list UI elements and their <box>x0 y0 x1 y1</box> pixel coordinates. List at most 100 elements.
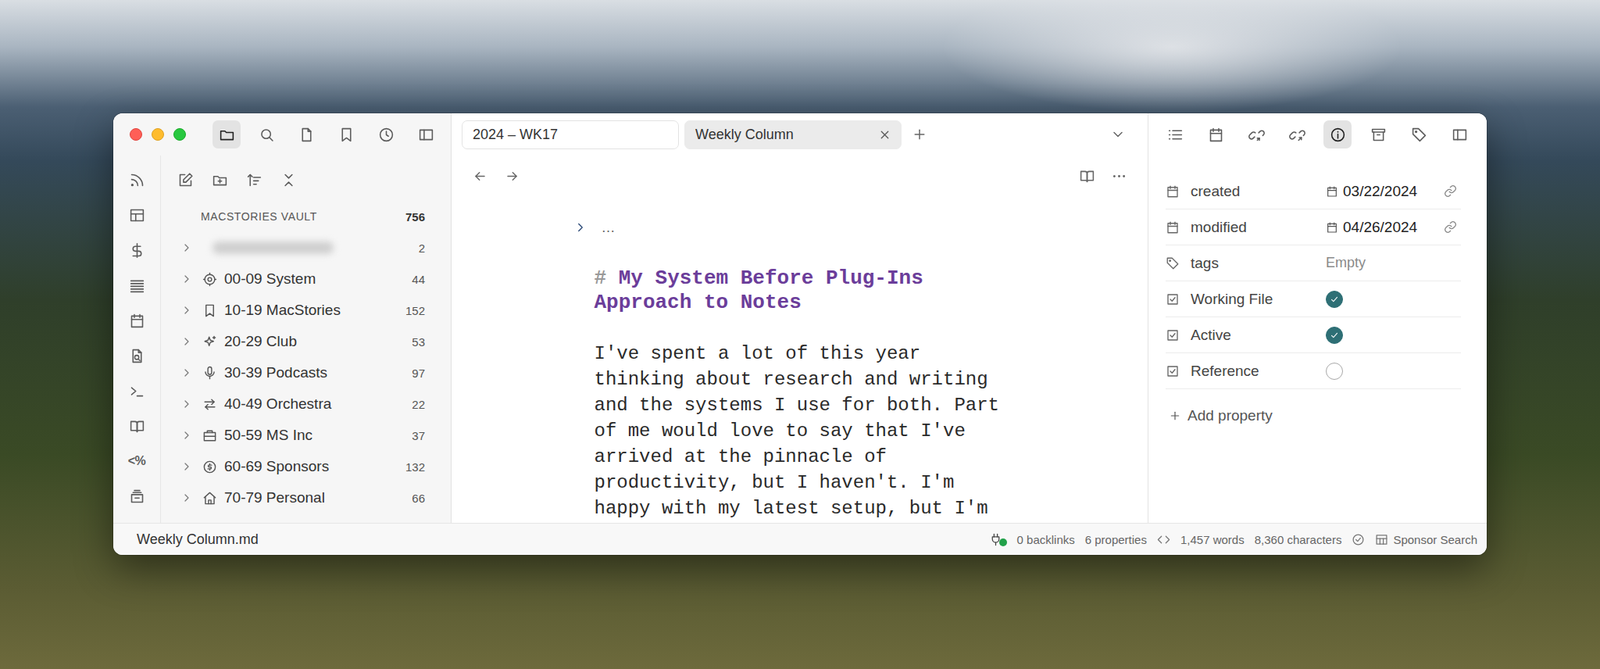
lint-status[interactable] <box>1351 532 1365 547</box>
right-view-button[interactable] <box>1404 120 1433 149</box>
property-value[interactable] <box>1323 326 1461 344</box>
sidebar-view-button[interactable] <box>411 120 440 149</box>
folder-item[interactable]: 30-39 Podcasts 97 <box>160 357 451 389</box>
info-icon <box>1329 126 1347 143</box>
date-link[interactable] <box>1443 220 1458 234</box>
chevron <box>180 241 193 254</box>
tab-bar: 2024 – WK17 Weekly Column <box>451 113 1148 156</box>
right-view-button[interactable] <box>1242 120 1271 149</box>
window-controls <box>129 128 186 141</box>
ribbon-button[interactable] <box>122 200 151 229</box>
arrow-left-icon <box>472 168 488 184</box>
property-key[interactable]: Reference <box>1165 362 1324 380</box>
note-content[interactable]: … # My System Before Plug-Ins Approach t… <box>594 215 1006 522</box>
folder-plus-icon <box>211 171 229 189</box>
status-search[interactable]: Sponsor Search <box>1375 532 1478 547</box>
folder-item[interactable]: 2 <box>160 232 451 264</box>
property-value[interactable] <box>1323 362 1461 380</box>
ribbon-button[interactable] <box>122 376 151 405</box>
tab-close-button[interactable] <box>878 128 892 142</box>
reading-view-button[interactable] <box>1074 163 1100 189</box>
sidebar-view-button[interactable] <box>371 120 400 149</box>
property-key[interactable]: Active <box>1165 326 1324 344</box>
sidebar-view-button[interactable] <box>292 120 321 149</box>
source-mode-button[interactable] <box>1157 532 1171 547</box>
right-view-button[interactable] <box>1323 120 1352 149</box>
add-property-button[interactable]: Add property <box>1165 402 1461 429</box>
calendar-icon <box>1165 220 1180 235</box>
property-value[interactable]: Empty <box>1323 254 1461 272</box>
ribbon-button[interactable] <box>122 306 151 335</box>
sync-status[interactable] <box>989 532 1008 547</box>
collapse-icon <box>280 171 297 189</box>
folder-label: 60-69 Sponsors <box>224 457 400 475</box>
property-value[interactable]: 03/22/2024 <box>1323 182 1461 200</box>
property-checkbox[interactable] <box>1325 362 1343 380</box>
ribbon-button[interactable] <box>122 165 151 194</box>
ribbon-button[interactable] <box>122 271 151 300</box>
sidebar-view-button[interactable] <box>252 120 281 149</box>
ribbon-button[interactable] <box>122 235 151 265</box>
tab-list-button[interactable] <box>1105 121 1131 147</box>
vault-header[interactable]: MACSTORIES VAULT 756 <box>160 204 451 229</box>
folder-count: 44 <box>411 272 425 286</box>
folder-item[interactable]: 50-59 MS Inc 37 <box>160 419 451 451</box>
tab[interactable]: Weekly Column <box>684 120 902 150</box>
property-name: Working File <box>1190 290 1273 308</box>
sidebar-view-button[interactable] <box>212 120 241 149</box>
right-view-button[interactable] <box>1160 120 1190 149</box>
property-value[interactable]: 04/26/2024 <box>1323 218 1461 236</box>
ribbon-button[interactable] <box>122 411 151 440</box>
folder-item[interactable]: 40-49 Orchestra 22 <box>160 388 451 420</box>
date-link[interactable] <box>1443 184 1458 198</box>
more-options-button[interactable] <box>1106 163 1132 189</box>
close-button[interactable] <box>129 128 143 141</box>
back-button[interactable] <box>467 163 493 189</box>
folder-item[interactable]: 70-79 Personal 66 <box>160 482 451 514</box>
property-checkbox[interactable] <box>1325 290 1343 308</box>
folder-item[interactable]: 00-09 System 44 <box>160 263 451 295</box>
property-key[interactable]: Working File <box>1165 290 1324 308</box>
table-icon <box>1375 532 1389 547</box>
property-value[interactable] <box>1323 290 1461 308</box>
folder-item[interactable]: 60-69 Sponsors 132 <box>160 450 451 483</box>
right-view-button[interactable] <box>1364 120 1393 149</box>
folder-label: 70-79 Personal <box>224 489 406 507</box>
right-view-button[interactable] <box>1201 120 1230 149</box>
forward-button[interactable] <box>499 163 525 189</box>
search-icon <box>258 126 275 143</box>
date-picker[interactable] <box>1325 185 1339 198</box>
ribbon-button[interactable] <box>122 341 151 370</box>
new-tab-button[interactable] <box>907 121 933 147</box>
explorer-tool-button[interactable] <box>205 165 234 194</box>
sidebar-view-button[interactable] <box>332 120 361 149</box>
folder-item[interactable]: 10-19 MacStories 152 <box>160 294 451 326</box>
list-icon <box>1167 126 1184 143</box>
ribbon-button[interactable]: <% <box>122 446 151 475</box>
explorer-tool-button[interactable] <box>171 165 200 194</box>
property-key[interactable]: created <box>1165 182 1324 200</box>
property-key[interactable]: modified <box>1165 218 1324 236</box>
status-properties[interactable]: 6 properties <box>1085 532 1147 547</box>
ribbon-button[interactable] <box>122 482 151 511</box>
property-checkbox[interactable] <box>1325 326 1343 344</box>
chevron-right-icon <box>180 397 193 411</box>
properties-fold[interactable]: … <box>573 215 1006 240</box>
bookmark-icon <box>202 303 218 318</box>
zoom-button[interactable] <box>173 128 186 141</box>
chevron <box>180 303 193 317</box>
explorer-tool-button[interactable] <box>274 165 303 194</box>
status-backlinks[interactable]: 0 backlinks <box>1017 532 1075 547</box>
right-view-button[interactable] <box>1445 120 1474 149</box>
property-key[interactable]: tags <box>1165 254 1324 272</box>
date-picker[interactable] <box>1325 221 1339 234</box>
explorer-tool-button[interactable] <box>239 165 268 194</box>
workspace: <% MACSTORIES VAULT 756 2 00-09 System 4… <box>113 113 1487 523</box>
gear-icon <box>202 271 218 287</box>
right-view-button[interactable] <box>1282 120 1311 149</box>
chevron-right-icon <box>180 272 193 286</box>
tab[interactable]: 2024 – WK17 <box>461 120 679 150</box>
chevron-right-icon <box>180 303 193 317</box>
folder-item[interactable]: 20-29 Club 53 <box>160 325 451 358</box>
minimize-button[interactable] <box>151 128 165 141</box>
